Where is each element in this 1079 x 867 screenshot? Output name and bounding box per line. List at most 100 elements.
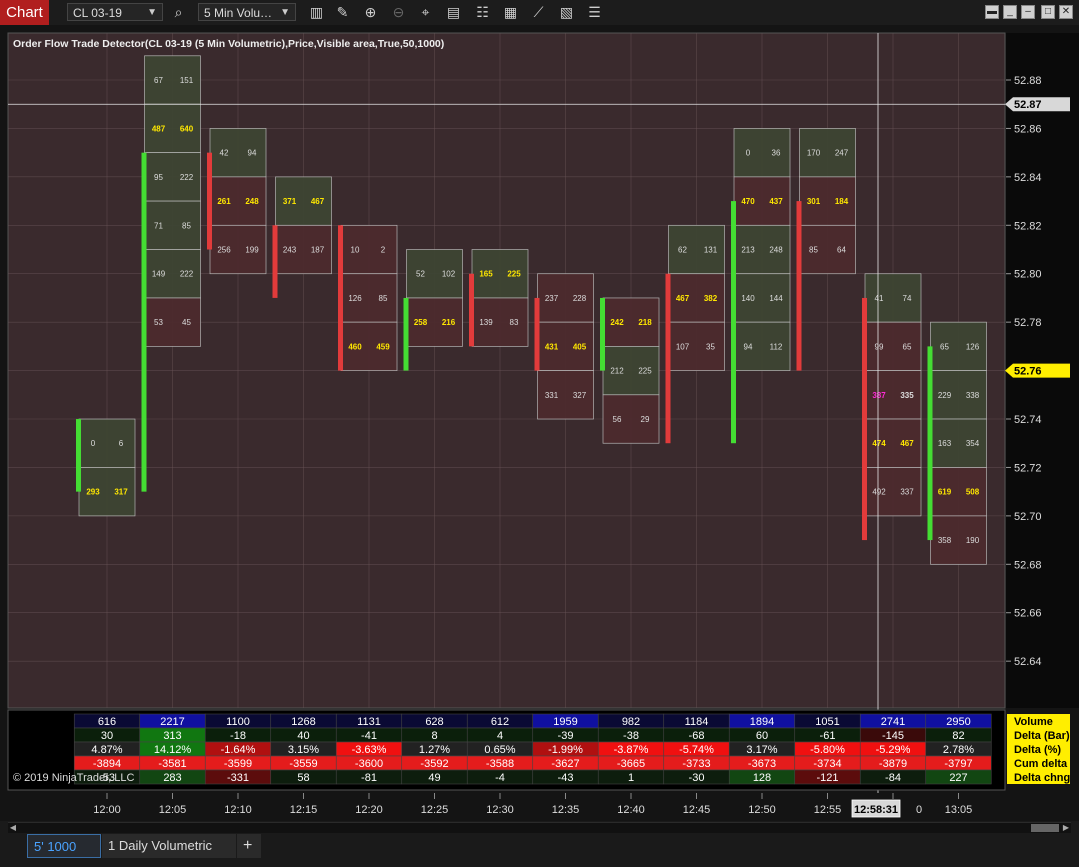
strategies-icon[interactable]: ⟋ bbox=[530, 4, 547, 21]
templates-icon[interactable]: ☰ bbox=[586, 4, 603, 21]
price-label: 52.86 bbox=[1014, 123, 1042, 135]
crosshair-icon[interactable]: ⌖ bbox=[417, 4, 434, 21]
time-label: 12:15 bbox=[290, 804, 318, 816]
time-label: 12:20 bbox=[355, 804, 383, 816]
down-bar-body bbox=[534, 297, 540, 371]
data-box-icon[interactable]: ▤ bbox=[445, 4, 462, 21]
bid-volume: 470 bbox=[741, 197, 755, 206]
zoom-in-icon[interactable]: ⊕ bbox=[362, 4, 379, 21]
summary-value: -3797 bbox=[944, 758, 972, 770]
price-label: 52.74 bbox=[1014, 414, 1042, 426]
time-label: 12:00 bbox=[93, 804, 121, 816]
summary-value: 30 bbox=[101, 730, 113, 742]
summary-value: 14.12% bbox=[154, 744, 192, 756]
footprint-cell[interactable] bbox=[340, 224, 398, 275]
footprint-cell[interactable] bbox=[144, 200, 201, 250]
tab-5-min-1000[interactable]: 5' 1000 bbox=[27, 834, 101, 858]
ask-volume: 85 bbox=[182, 221, 191, 230]
summary-value: -4 bbox=[495, 772, 505, 784]
ask-volume: 225 bbox=[507, 270, 521, 279]
summary-value: 1184 bbox=[685, 716, 709, 728]
chart-style-icon[interactable]: ▦ bbox=[502, 4, 519, 21]
window-menu-icon[interactable]: ▬ bbox=[985, 5, 999, 19]
ask-volume: 222 bbox=[180, 173, 194, 182]
ask-volume: 29 bbox=[641, 415, 650, 424]
summary-value: -68 bbox=[689, 730, 705, 742]
time-label: 12:30 bbox=[486, 804, 514, 816]
maximize-icon[interactable]: □ bbox=[1041, 5, 1055, 19]
ask-volume: 459 bbox=[376, 342, 390, 351]
time-label: 13:05 bbox=[945, 804, 973, 816]
ask-volume: 126 bbox=[966, 342, 980, 351]
ask-volume: 405 bbox=[573, 342, 587, 351]
ask-volume: 151 bbox=[180, 76, 194, 85]
ask-volume: 467 bbox=[900, 439, 914, 448]
search-icon[interactable]: ⌕ bbox=[170, 4, 187, 21]
instrument-selector[interactable]: CL 03-19 ▼ bbox=[67, 3, 163, 21]
summary-value: -39 bbox=[558, 730, 574, 742]
bar-type-icon[interactable]: ▥ bbox=[308, 4, 325, 21]
footprint-cell[interactable] bbox=[144, 297, 201, 347]
summary-value: -331 bbox=[227, 772, 249, 784]
footprint-cell[interactable] bbox=[602, 394, 660, 444]
ask-volume: 6 bbox=[119, 439, 124, 448]
scroll-thumb[interactable] bbox=[1031, 824, 1059, 832]
volumetric-chart[interactable]: Order Flow Trade Detector(CL 03-19 (5 Mi… bbox=[0, 25, 1079, 821]
ask-volume: 228 bbox=[573, 294, 587, 303]
price-label: 52.64 bbox=[1014, 656, 1042, 668]
summary-value: -3733 bbox=[682, 758, 710, 770]
copyright-text: © 2019 NinjaTrader, LLC bbox=[13, 772, 134, 784]
bid-volume: 619 bbox=[938, 488, 952, 497]
ask-volume: 382 bbox=[704, 294, 718, 303]
price-label: 52.84 bbox=[1014, 172, 1042, 184]
summary-value: 1100 bbox=[226, 716, 250, 728]
close-icon[interactable]: ✕ bbox=[1059, 5, 1073, 19]
footprint-cell[interactable] bbox=[78, 418, 136, 468]
scroll-right-icon[interactable]: ▶ bbox=[1061, 823, 1071, 833]
scroll-left-icon[interactable]: ◀ bbox=[8, 823, 18, 833]
bid-volume: 293 bbox=[86, 488, 100, 497]
footprint-cell[interactable] bbox=[209, 128, 267, 178]
chart-area[interactable]: Order Flow Trade Detector(CL 03-19 (5 Mi… bbox=[0, 25, 1079, 821]
footprint-cell[interactable] bbox=[864, 273, 922, 323]
summary-value: -3879 bbox=[879, 758, 907, 770]
bid-volume: 126 bbox=[348, 294, 362, 303]
ask-volume: 190 bbox=[966, 536, 980, 545]
summary-value: 1268 bbox=[291, 716, 315, 728]
zoom-out-icon[interactable]: ⊖ bbox=[390, 4, 407, 21]
tab-daily-volumetric[interactable]: 1 Daily Volumetric bbox=[102, 834, 236, 858]
ask-volume: 35 bbox=[706, 342, 715, 351]
drawing-tool-icon[interactable]: ✎ bbox=[334, 4, 351, 21]
summary-value: 0.65% bbox=[484, 744, 515, 756]
minimize-icon[interactable]: _ bbox=[1003, 5, 1017, 19]
indicators-icon[interactable]: ▧ bbox=[558, 4, 575, 21]
bid-volume: 42 bbox=[220, 149, 229, 158]
footprint-cell[interactable] bbox=[733, 128, 791, 178]
time-label: 12:50 bbox=[748, 804, 776, 816]
add-tab-button[interactable]: + bbox=[237, 834, 261, 858]
app-tab[interactable]: Chart bbox=[0, 0, 49, 25]
summary-value: 60 bbox=[756, 730, 768, 742]
bid-volume: 212 bbox=[610, 367, 624, 376]
bid-volume: 258 bbox=[414, 318, 428, 327]
ask-volume: 437 bbox=[769, 197, 783, 206]
bid-volume: 165 bbox=[479, 270, 493, 279]
footprint-cell[interactable] bbox=[799, 224, 856, 275]
down-bar-body bbox=[469, 273, 474, 347]
summary-value: -1.99% bbox=[548, 744, 583, 756]
summary-value: -3673 bbox=[748, 758, 776, 770]
ask-volume: 199 bbox=[245, 246, 259, 255]
bid-volume: 229 bbox=[938, 391, 952, 400]
footprint-cell[interactable] bbox=[864, 321, 922, 371]
summary-value: -3592 bbox=[420, 758, 448, 770]
summary-value: -3627 bbox=[551, 758, 579, 770]
interval-selector[interactable]: 5 Min Volu… ▼ bbox=[198, 3, 296, 21]
bid-volume: 301 bbox=[807, 197, 821, 206]
minimize-window-icon[interactable]: – bbox=[1021, 5, 1035, 19]
time-label: 12:55 bbox=[814, 804, 842, 816]
title-bar: Chart CL 03-19 ▼ ⌕ 5 Min Volu… ▼ ▥ ✎ ⊕ ⊖… bbox=[0, 0, 1079, 26]
horizontal-scrollbar[interactable]: ◀ ▶ bbox=[8, 822, 1071, 833]
ask-volume: 64 bbox=[837, 246, 846, 255]
bid-volume: 256 bbox=[217, 246, 231, 255]
properties-icon[interactable]: ☷ bbox=[474, 4, 491, 21]
